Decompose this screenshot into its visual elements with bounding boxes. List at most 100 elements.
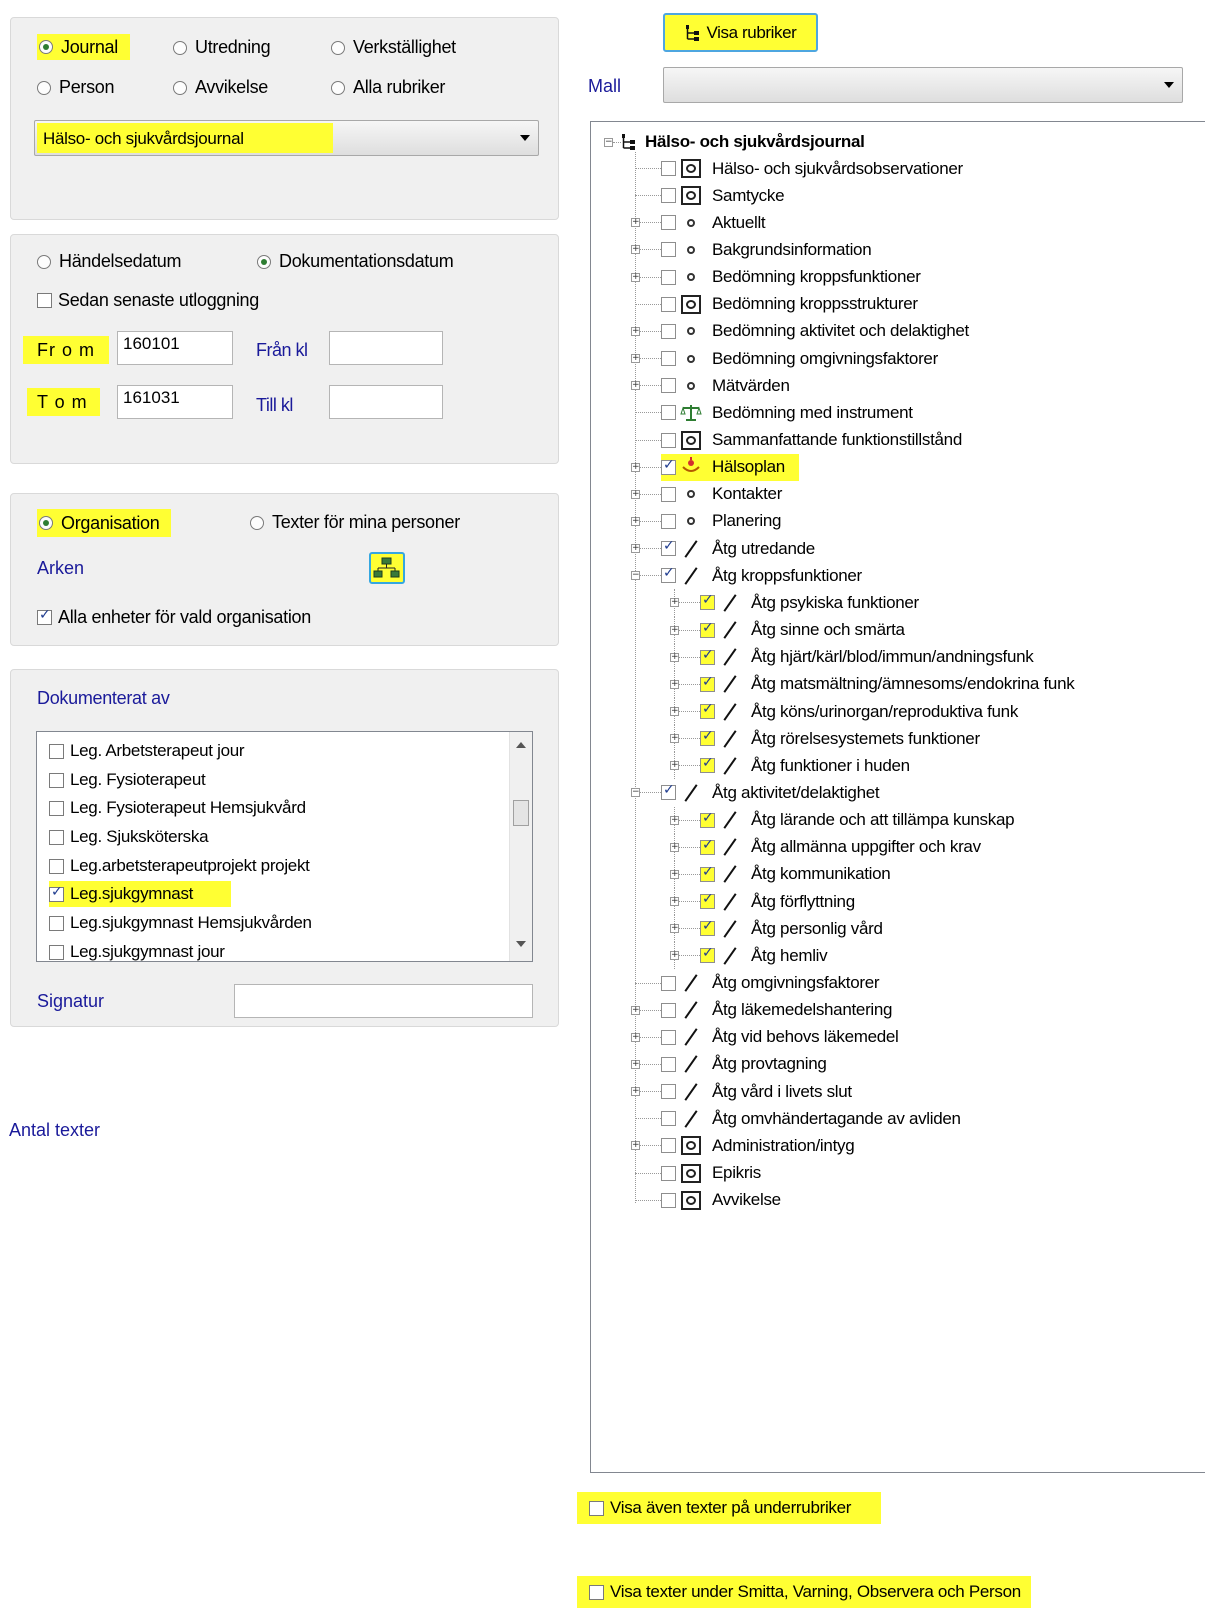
heading-tree[interactable]: − Hälso- och sjukvårdsjournal Hälso- och… <box>590 121 1205 1473</box>
expand-toggle[interactable]: + <box>631 544 640 554</box>
tree-checkbox[interactable] <box>661 215 676 231</box>
expand-toggle[interactable]: + <box>670 951 679 961</box>
tree-checkbox[interactable] <box>700 592 715 611</box>
tree-checkbox[interactable] <box>700 755 715 774</box>
expand-toggle[interactable]: + <box>631 1005 640 1015</box>
tree-checkbox[interactable] <box>661 1165 676 1181</box>
list-item[interactable]: Leg.sjukgymnast jour <box>49 939 225 961</box>
list-item[interactable]: Leg. Sjuksköterska <box>49 824 209 850</box>
tree-checkbox[interactable] <box>700 674 715 692</box>
expand-toggle[interactable]: + <box>631 381 640 391</box>
tree-item[interactable]: Bedömning kroppsstrukturer <box>661 291 918 318</box>
to-date-field[interactable]: 161031 <box>117 385 233 419</box>
tree-item[interactable]: Bedömning med instrument <box>661 399 913 426</box>
collapse-toggle[interactable]: − <box>631 571 640 581</box>
tree-item[interactable]: Åtg läkemedelshantering <box>661 997 893 1024</box>
tree-checkbox[interactable] <box>661 161 676 176</box>
tree-item[interactable]: Åtg psykiska funktioner <box>700 589 919 616</box>
tree-checkbox[interactable] <box>661 378 676 394</box>
tree-item[interactable]: Åtg personlig vård <box>700 915 883 942</box>
from-time-field[interactable] <box>329 331 443 365</box>
collapse-toggle[interactable]: − <box>631 788 640 798</box>
tree-item[interactable]: Åtg utredande <box>661 535 815 562</box>
expand-toggle[interactable]: + <box>631 1087 640 1097</box>
journal-select[interactable]: Hälso- och sjukvårdsjournal <box>34 120 539 156</box>
radio-event-date[interactable]: Händelsedatum <box>37 251 181 272</box>
tree-checkbox[interactable] <box>661 351 676 367</box>
tree-item[interactable]: Åtg kroppsfunktioner <box>661 562 862 589</box>
scroll-down-icon[interactable] <box>516 941 526 947</box>
tree-checkbox[interactable] <box>661 242 676 258</box>
list-scrollbar[interactable] <box>509 732 532 961</box>
radio-person[interactable]: Person <box>37 77 115 98</box>
tree-checkbox[interactable] <box>661 432 676 448</box>
scroll-thumb[interactable] <box>513 800 529 826</box>
list-item[interactable]: Leg.arbetsterapeutprojekt projekt <box>49 853 310 879</box>
tree-item[interactable]: Åtg vid behovs läkemedel <box>661 1024 899 1051</box>
mall-select[interactable] <box>663 67 1183 103</box>
tree-item[interactable]: Avvikelse <box>661 1187 781 1214</box>
expand-toggle[interactable]: + <box>631 1141 640 1151</box>
to-time-field[interactable] <box>329 385 443 419</box>
list-item[interactable]: Leg. Fysioterapeut <box>49 767 206 793</box>
tree-checkbox[interactable] <box>661 188 676 204</box>
tree-item[interactable]: Åtg funktioner i huden <box>700 752 910 779</box>
tree-item[interactable]: Bedömning kroppsfunktioner <box>661 264 921 291</box>
tree-checkbox[interactable] <box>661 513 676 529</box>
radio-verkstallighet[interactable]: Verkställighet <box>331 37 456 58</box>
tree-checkbox[interactable] <box>700 918 715 937</box>
checkbox-show-warnings[interactable]: Visa texter under Smitta, Varning, Obser… <box>577 1576 1031 1608</box>
tree-item[interactable]: Bedömning omgivningsfaktorer <box>661 345 938 372</box>
tree-item[interactable]: Åtg aktivitet/delaktighet <box>661 779 880 806</box>
expand-toggle[interactable]: + <box>631 516 640 526</box>
expand-toggle[interactable]: + <box>670 761 679 771</box>
radio-my-persons[interactable]: Texter för mina personer <box>250 512 460 533</box>
tree-item[interactable]: Kontakter <box>661 481 782 508</box>
expand-toggle[interactable]: + <box>670 734 679 744</box>
tree-checkbox[interactable] <box>700 945 715 964</box>
expand-toggle[interactable]: + <box>631 1059 640 1069</box>
tree-item[interactable]: Planering <box>661 508 781 535</box>
tree-checkbox[interactable] <box>661 565 676 584</box>
tree-item[interactable]: Åtg matsmältning/ämnesoms/endokrina funk <box>700 671 1075 698</box>
signatur-field[interactable] <box>234 984 533 1018</box>
tree-checkbox[interactable] <box>700 728 715 747</box>
list-item[interactable]: Leg. Arbetsterapeut jour <box>49 738 245 764</box>
tree-item[interactable]: Åtg omvhändertagande av avliden <box>661 1105 961 1132</box>
tree-checkbox[interactable] <box>661 457 676 475</box>
radio-utredning[interactable]: Utredning <box>173 37 271 58</box>
expand-toggle[interactable]: + <box>631 218 640 228</box>
tree-checkbox[interactable] <box>661 782 676 801</box>
tree-item[interactable]: Mätvärden <box>661 372 790 399</box>
tree-checkbox[interactable] <box>661 538 676 557</box>
radio-journal[interactable]: Journal <box>37 34 130 60</box>
tree-item[interactable]: Sammanfattande funktionstillstånd <box>661 427 962 454</box>
scroll-up-icon[interactable] <box>516 742 526 748</box>
documented-by-list[interactable]: Leg. Arbetsterapeut jour Leg. Fysioterap… <box>36 731 533 962</box>
collapse-toggle[interactable]: − <box>604 138 613 147</box>
tree-item[interactable]: Åtg lärande och att tillämpa kunskap <box>700 807 1015 834</box>
tree-item[interactable]: Åtg hjärt/kärl/blod/immun/andningsfunk <box>700 644 1034 671</box>
expand-toggle[interactable]: + <box>670 869 679 879</box>
tree-checkbox[interactable] <box>661 405 676 421</box>
tree-item[interactable]: Hälso- och sjukvårdsobservationer <box>661 155 963 182</box>
expand-toggle[interactable]: + <box>631 272 640 282</box>
tree-item[interactable]: Åtg hemliv <box>700 942 828 969</box>
expand-toggle[interactable]: + <box>631 326 640 336</box>
tree-item[interactable]: Åtg förflyttning <box>700 888 855 915</box>
expand-toggle[interactable]: + <box>670 598 679 608</box>
tree-checkbox[interactable] <box>661 323 676 339</box>
checkbox-all-units[interactable]: Alla enheter för vald organisation <box>37 607 311 628</box>
org-tree-button[interactable] <box>369 552 405 584</box>
tree-item[interactable]: Hälsoplan <box>661 453 799 481</box>
expand-toggle[interactable]: + <box>670 924 679 934</box>
tree-item[interactable]: Epikris <box>661 1160 761 1187</box>
tree-checkbox[interactable] <box>700 864 715 882</box>
tree-checkbox[interactable] <box>661 1029 676 1045</box>
tree-checkbox[interactable] <box>661 269 676 285</box>
tree-checkbox[interactable] <box>661 1192 676 1208</box>
expand-toggle[interactable]: + <box>670 707 679 716</box>
radio-alla-rubriker[interactable]: Alla rubriker <box>331 77 445 98</box>
tree-root[interactable]: Hälso- och sjukvårdsjournal <box>621 128 865 155</box>
tree-item[interactable]: Bedömning aktivitet och delaktighet <box>661 318 969 345</box>
